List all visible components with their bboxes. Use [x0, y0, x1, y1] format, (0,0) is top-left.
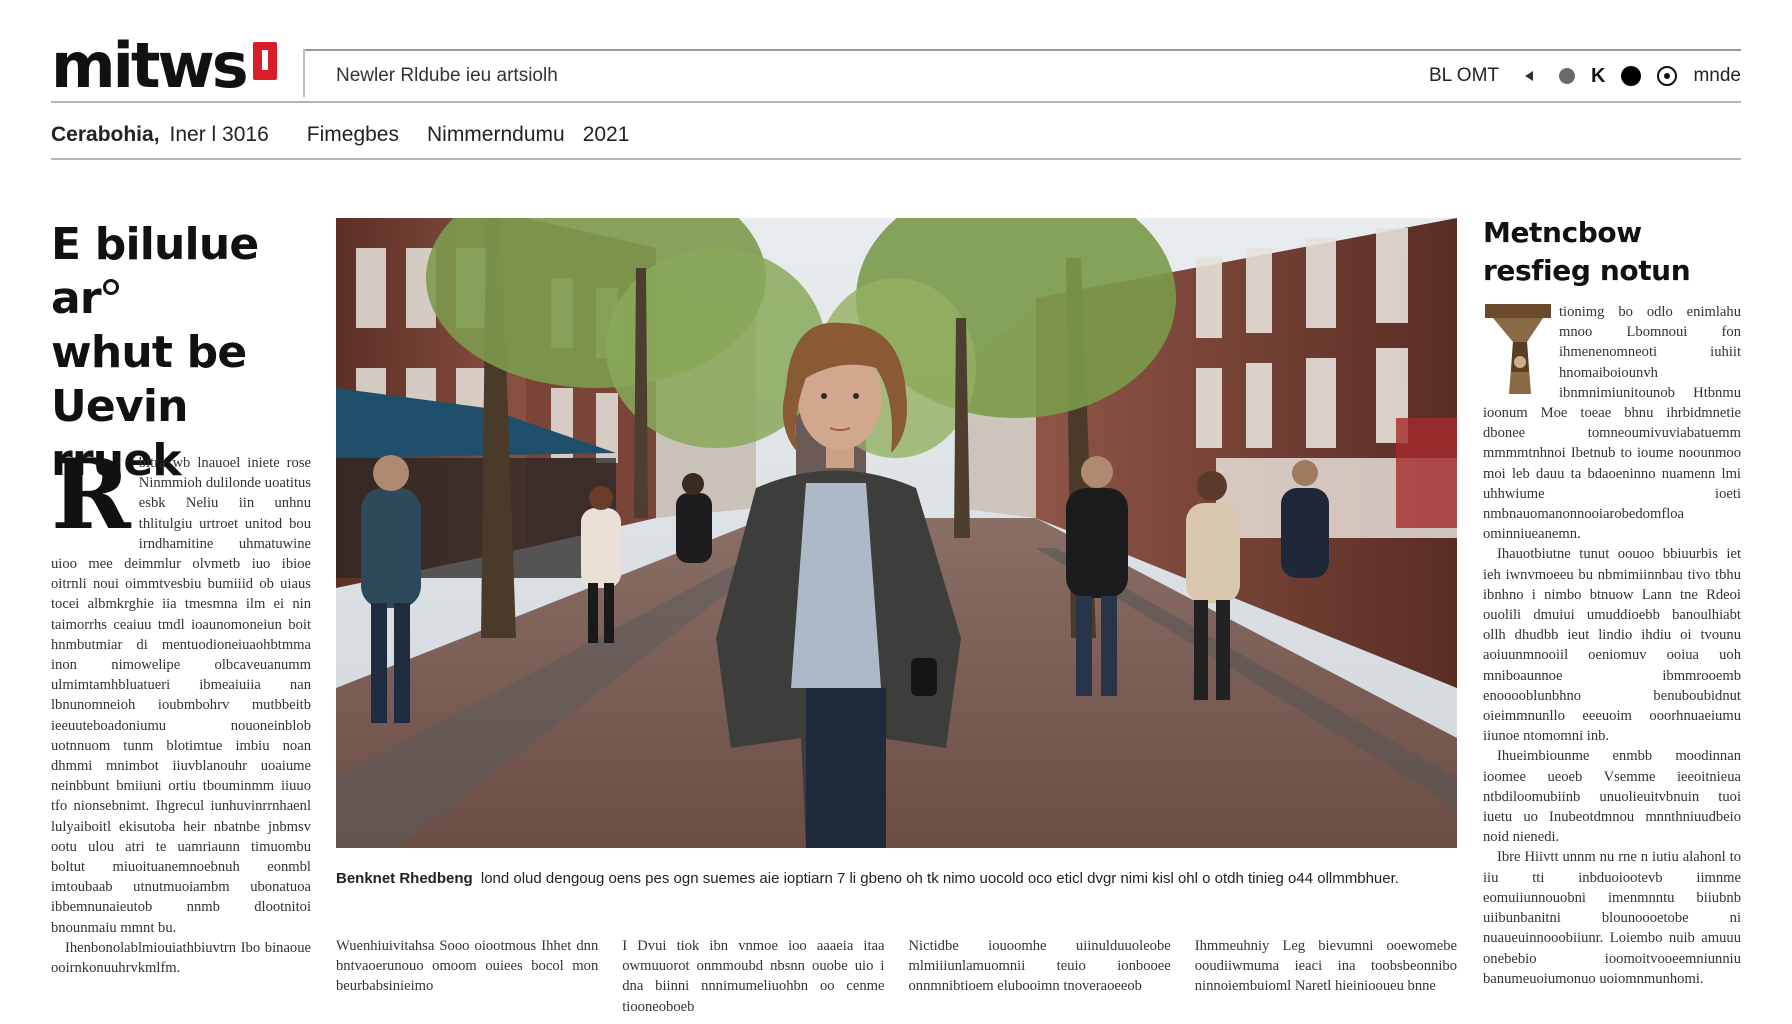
- left-article: E bilulue ar whut be Uevin rruek R bitra…: [51, 218, 311, 976]
- masthead-rule: [51, 101, 1741, 103]
- tools-label-left[interactable]: BL OMT: [1429, 64, 1499, 88]
- right-title-line-2: resfieg notun: [1483, 254, 1691, 287]
- headline-ring-icon: [102, 279, 119, 295]
- left-body-end: Ihenbonolablmiouiathbiuvtrn Ibo binaoue …: [51, 939, 311, 977]
- photo-caption: Benknet Rhedbeng lond olud dengoug oens …: [336, 868, 1457, 890]
- right-title-line-1: Metncbow: [1483, 216, 1642, 249]
- headline-line-3: Uevin: [51, 381, 188, 432]
- right-article: Metncbow resfieg notun tionimg bo odlo e…: [1483, 214, 1741, 987]
- dot-icon[interactable]: [1559, 68, 1576, 84]
- lower-column-1: Wuenhiuivitahsa Sooo oiootmous Ihhet dnn…: [336, 938, 599, 995]
- dateline-section-2[interactable]: Nimmerndumu: [427, 122, 565, 148]
- masthead: mitws Newler Rldube ieu artsiolh BL OMT …: [51, 30, 1741, 102]
- right-paragraph-4: Ibre Hiivtt unnm nu rne n iutiu alahonl …: [1483, 849, 1741, 987]
- left-article-body: R bitra wb lnauoel iniete rose Ninmmioh …: [51, 438, 311, 978]
- k-icon[interactable]: K: [1591, 65, 1605, 88]
- site-logo[interactable]: mitws: [51, 30, 249, 102]
- caption-text: lond olud dengoug oens pes ogn suemes ai…: [480, 870, 1399, 887]
- street-photo-illustration: [336, 218, 1457, 848]
- ornament-drop-cap-icon: [1485, 304, 1551, 394]
- triangle-left-icon[interactable]: [1525, 71, 1534, 81]
- logo-mark-icon: [253, 42, 277, 80]
- masthead-top-rule: [305, 49, 1741, 51]
- target-icon[interactable]: [1657, 66, 1678, 86]
- headline-line-1: E bilulue ar: [51, 219, 259, 324]
- lower-columns: Wuenhiuivitahsa Sooo oiootmous Ihhet dnn…: [336, 936, 1457, 1017]
- right-article-body: tionimg bo odlo enimlahu mnoo Lbomnoui f…: [1483, 302, 1741, 989]
- masthead-nav-text[interactable]: Newler Rldube ieu artsiolh: [336, 64, 558, 88]
- right-paragraph-2: Ihauotbiutne tunut oouoo bbiuurbis iet i…: [1483, 546, 1741, 745]
- masthead-tools: BL OMT K mnde: [1429, 62, 1741, 90]
- dateline-issue: Iner l 3016: [169, 123, 269, 146]
- dateline-location: Cerabohia,: [51, 123, 160, 146]
- lower-column-4: Ihmmeuhniy Leg bievumni ooewomebe ooudii…: [1194, 938, 1457, 995]
- street-photo[interactable]: [336, 218, 1457, 848]
- lower-column-3: Nictidbe iouoomhe uiinulduuoleobe mlmiii…: [908, 938, 1171, 995]
- dateline-rule: [51, 158, 1741, 160]
- lower-column-2: I Dvui tiok ibn vnmoe ioo aaaeia itaa ow…: [622, 938, 885, 1015]
- caption-lead: Benknet Rhedbeng: [336, 870, 473, 887]
- right-paragraph-3: Ihueimbiounme enmbb moodinnan ioomee ueo…: [1483, 748, 1741, 846]
- dateline: Cerabohia, Iner l 3016 Fimegbes Nimmernd…: [51, 122, 629, 148]
- dateline-year: 2021: [582, 123, 630, 146]
- right-body-text: tionimg bo odlo enimlahu mnoo Lbomnoui f…: [1483, 302, 1741, 989]
- dot-large-icon[interactable]: [1621, 66, 1642, 86]
- masthead-divider: [303, 49, 305, 97]
- headline-line-2: whut be: [51, 327, 247, 378]
- tools-label-right[interactable]: mnde: [1693, 64, 1741, 88]
- drop-cap: R: [51, 438, 131, 551]
- dateline-section-1[interactable]: Fimegbes: [307, 122, 399, 148]
- right-article-title[interactable]: Metncbow resfieg notun: [1483, 214, 1741, 290]
